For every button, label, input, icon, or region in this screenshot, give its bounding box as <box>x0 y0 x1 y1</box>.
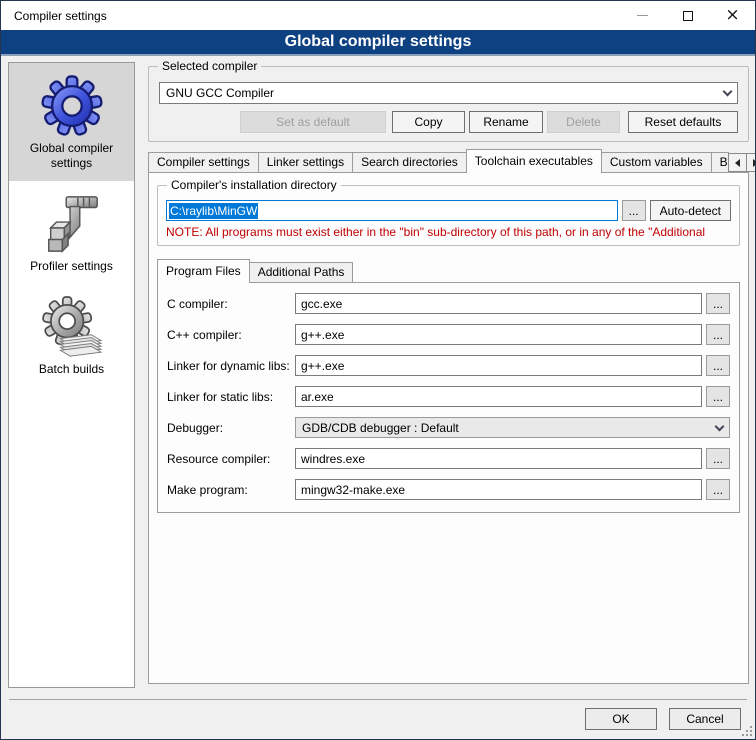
dialog-body: Global compiler settings <box>1 56 755 739</box>
window-title: Compiler settings <box>1 9 107 23</box>
sidebar-item-profiler-settings[interactable]: Profiler settings <box>9 181 134 284</box>
sidebar-item-label: Batch builds <box>39 362 104 377</box>
field-label: C++ compiler: <box>167 328 295 342</box>
field-label: Make program: <box>167 483 295 497</box>
ok-button[interactable]: OK <box>585 708 657 730</box>
debugger-select-value: GDB/CDB debugger : Default <box>302 421 459 435</box>
tab-toolchain-executables[interactable]: Toolchain executables <box>466 149 602 173</box>
tab-scroll-left-button[interactable] <box>728 153 747 172</box>
auto-detect-button[interactable]: Auto-detect <box>650 200 731 221</box>
chevron-down-icon <box>723 87 733 97</box>
arrow-left-icon <box>735 159 740 167</box>
compiler-settings-dialog: Compiler settings × Global compiler sett… <box>0 0 756 740</box>
sidebar-item-global-compiler-settings[interactable]: Global compiler settings <box>9 63 134 181</box>
group-label: Selected compiler <box>158 59 261 73</box>
delete-button[interactable]: Delete <box>547 111 620 133</box>
field-label: Linker for dynamic libs: <box>167 359 295 373</box>
dialog-buttons: OK Cancel <box>585 708 741 730</box>
tab-build-options[interactable]: Build options <box>711 152 729 172</box>
window-controls: × <box>620 1 755 30</box>
bin-subdirectory-note: NOTE: All programs must exist either in … <box>166 225 731 239</box>
tab-compiler-settings[interactable]: Compiler settings <box>148 152 259 172</box>
browse-dynamic-linker-button[interactable]: ... <box>706 355 730 376</box>
minimize-button[interactable] <box>620 1 665 30</box>
tab-program-files[interactable]: Program Files <box>157 259 250 283</box>
maximize-button[interactable] <box>665 1 710 30</box>
compiler-select-value: GNU GCC Compiler <box>166 86 274 100</box>
page-title: Global compiler settings <box>285 33 472 51</box>
title-bar: Compiler settings × <box>1 1 755 30</box>
browse-c-compiler-button[interactable]: ... <box>706 293 730 314</box>
program-files-page: C compiler: ... C++ compiler: ... Linker… <box>157 282 740 513</box>
tab-linker-settings[interactable]: Linker settings <box>258 152 353 172</box>
group-label: Compiler's installation directory <box>167 178 341 192</box>
field-label: Resource compiler: <box>167 452 295 466</box>
field-row-resource-compiler: Resource compiler: ... <box>167 448 730 469</box>
selected-compiler-group: Selected compiler GNU GCC Compiler Set a… <box>148 66 749 142</box>
field-row-cpp-compiler: C++ compiler: ... <box>167 324 730 345</box>
rename-button[interactable]: Rename <box>469 111 543 133</box>
settings-category-list: Global compiler settings <box>8 62 135 688</box>
field-row-dynamic-linker: Linker for dynamic libs: ... <box>167 355 730 376</box>
c-compiler-input[interactable] <box>295 293 702 314</box>
settings-tabstrip: Compiler settings Linker settings Search… <box>148 148 749 172</box>
browse-cpp-compiler-button[interactable]: ... <box>706 324 730 345</box>
tab-scroll-buttons <box>728 153 756 172</box>
resize-grip-dots <box>742 734 744 736</box>
tab-additional-paths[interactable]: Additional Paths <box>249 262 354 282</box>
field-row-make-program: Make program: ... <box>167 479 730 500</box>
minimize-icon <box>637 15 648 16</box>
close-icon: × <box>725 7 739 24</box>
browse-make-program-button[interactable]: ... <box>706 479 730 500</box>
field-row-debugger: Debugger: GDB/CDB debugger : Default <box>167 417 730 438</box>
main-panel: Selected compiler GNU GCC Compiler Set a… <box>148 62 749 684</box>
blue-gear-icon <box>41 75 103 137</box>
program-files-tabstrip: Program Files Additional Paths <box>157 258 740 282</box>
tab-search-directories[interactable]: Search directories <box>352 152 467 172</box>
sidebar-item-label: Profiler settings <box>30 259 113 274</box>
resource-compiler-input[interactable] <box>295 448 702 469</box>
sidebar-item-label: Global compiler settings <box>13 141 130 171</box>
caliper-icon <box>41 193 103 255</box>
header-band: Global compiler settings <box>1 30 755 56</box>
reset-defaults-button[interactable]: Reset defaults <box>628 111 738 133</box>
field-label: C compiler: <box>167 297 295 311</box>
static-linker-input[interactable] <box>295 386 702 407</box>
installation-directory-group: Compiler's installation directory C:\ray… <box>157 185 740 246</box>
installation-directory-input[interactable]: C:\raylib\MinGW <box>166 200 618 221</box>
grey-gear-stack-icon <box>41 296 103 358</box>
cpp-compiler-input[interactable] <box>295 324 702 345</box>
field-label: Debugger: <box>167 421 295 435</box>
copy-button[interactable]: Copy <box>392 111 465 133</box>
make-program-input[interactable] <box>295 479 702 500</box>
browse-resource-compiler-button[interactable]: ... <box>706 448 730 469</box>
compiler-actions: Set as default Copy Rename Delete Reset … <box>159 111 738 133</box>
footer-divider <box>9 699 747 700</box>
program-files-notebook: Program Files Additional Paths C compile… <box>157 258 740 513</box>
maximize-icon <box>683 11 693 21</box>
dynamic-linker-input[interactable] <box>295 355 702 376</box>
field-label: Linker for static libs: <box>167 390 295 404</box>
field-row-c-compiler: C compiler: ... <box>167 293 730 314</box>
debugger-select[interactable]: GDB/CDB debugger : Default <box>295 417 730 438</box>
browse-directory-button[interactable]: ... <box>622 200 646 221</box>
installation-directory-row: C:\raylib\MinGW ... Auto-detect <box>166 200 731 221</box>
compiler-select[interactable]: GNU GCC Compiler <box>159 82 738 104</box>
toolchain-executables-page: Compiler's installation directory C:\ray… <box>148 172 749 684</box>
close-button[interactable]: × <box>710 1 755 30</box>
arrow-right-icon <box>753 159 756 167</box>
tab-scroll-right-button[interactable] <box>746 153 756 172</box>
tab-custom-variables[interactable]: Custom variables <box>601 152 712 172</box>
resize-grip[interactable] <box>742 726 752 736</box>
set-as-default-button[interactable]: Set as default <box>240 111 386 133</box>
selected-path-text: C:\raylib\MinGW <box>169 203 258 219</box>
field-row-static-linker: Linker for static libs: ... <box>167 386 730 407</box>
browse-static-linker-button[interactable]: ... <box>706 386 730 407</box>
sidebar-item-batch-builds[interactable]: Batch builds <box>9 284 134 387</box>
chevron-down-icon <box>715 421 725 431</box>
cancel-button[interactable]: Cancel <box>669 708 741 730</box>
